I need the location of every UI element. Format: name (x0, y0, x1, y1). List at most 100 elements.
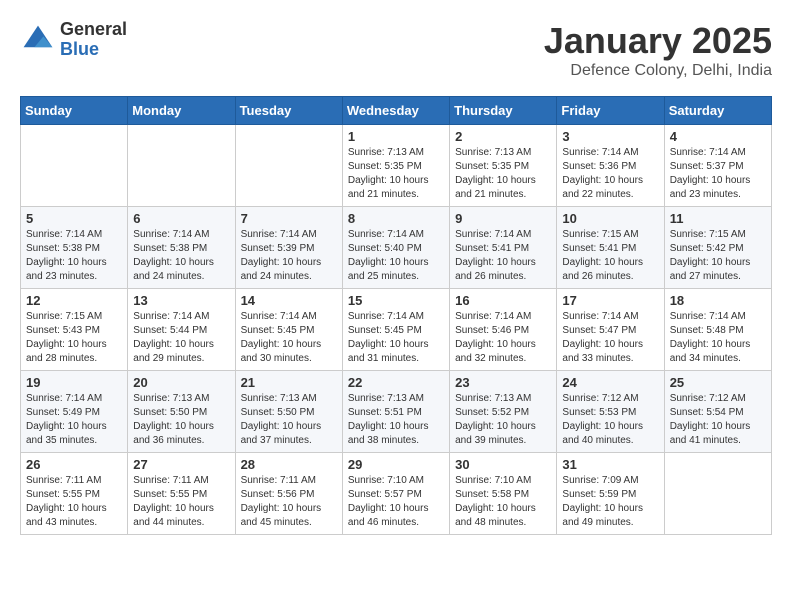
calendar-cell: 9 Sunrise: 7:14 AMSunset: 5:41 PMDaylight… (450, 207, 557, 289)
day-info: Sunrise: 7:14 AMSunset: 5:36 PMDaylight:… (562, 146, 658, 202)
calendar-cell: 4 Sunrise: 7:14 AMSunset: 5:37 PMDaylight… (664, 125, 771, 207)
day-number: 18 (670, 293, 766, 308)
day-info: Sunrise: 7:11 AMSunset: 5:56 PMDaylight:… (241, 474, 337, 530)
day-number: 4 (670, 129, 766, 144)
calendar-cell: 3 Sunrise: 7:14 AMSunset: 5:36 PMDaylight… (557, 125, 664, 207)
day-info: Sunrise: 7:14 AMSunset: 5:45 PMDaylight:… (348, 310, 444, 366)
day-number: 30 (455, 457, 551, 472)
day-number: 19 (26, 375, 122, 390)
calendar-cell: 16 Sunrise: 7:14 AMSunset: 5:46 PMDayligh… (450, 289, 557, 371)
day-info: Sunrise: 7:14 AMSunset: 5:47 PMDaylight:… (562, 310, 658, 366)
day-info: Sunrise: 7:13 AMSunset: 5:35 PMDaylight:… (348, 146, 444, 202)
day-info: Sunrise: 7:14 AMSunset: 5:49 PMDaylight:… (26, 392, 122, 448)
day-number: 20 (133, 375, 229, 390)
day-info: Sunrise: 7:14 AMSunset: 5:46 PMDaylight:… (455, 310, 551, 366)
calendar-cell: 18 Sunrise: 7:14 AMSunset: 5:48 PMDayligh… (664, 289, 771, 371)
calendar-cell: 5 Sunrise: 7:14 AMSunset: 5:38 PMDaylight… (21, 207, 128, 289)
day-number: 13 (133, 293, 229, 308)
day-header-thursday: Thursday (450, 97, 557, 125)
calendar-week-1: 1 Sunrise: 7:13 AMSunset: 5:35 PMDaylight… (21, 125, 772, 207)
calendar-cell (235, 125, 342, 207)
day-info: Sunrise: 7:13 AMSunset: 5:51 PMDaylight:… (348, 392, 444, 448)
page-header: General Blue January 2025 Defence Colony… (20, 20, 772, 80)
day-number: 7 (241, 211, 337, 226)
calendar-week-3: 12Sunrise: 7:15 AMSunset: 5:43 PMDayligh… (21, 289, 772, 371)
day-info: Sunrise: 7:14 AMSunset: 5:41 PMDaylight:… (455, 228, 551, 284)
calendar-cell: 21 Sunrise: 7:13 AMSunset: 5:50 PMDayligh… (235, 371, 342, 453)
day-number: 26 (26, 457, 122, 472)
calendar-week-5: 26 Sunrise: 7:11 AMSunset: 5:55 PMDayligh… (21, 453, 772, 535)
calendar-cell: 27 Sunrise: 7:11 AMSunset: 5:55 PMDayligh… (128, 453, 235, 535)
day-info: Sunrise: 7:12 AMSunset: 5:53 PMDaylight:… (562, 392, 658, 448)
location: Defence Colony, Delhi, India (544, 62, 772, 80)
day-number: 27 (133, 457, 229, 472)
day-info: Sunrise: 7:12 AMSunset: 5:54 PMDaylight:… (670, 392, 766, 448)
calendar-week-2: 5 Sunrise: 7:14 AMSunset: 5:38 PMDaylight… (21, 207, 772, 289)
day-info: Sunrise: 7:10 AMSunset: 5:57 PMDaylight:… (348, 474, 444, 530)
day-info: Sunrise: 7:13 AMSunset: 5:35 PMDaylight:… (455, 146, 551, 202)
calendar-cell: 11Sunrise: 7:15 AMSunset: 5:42 PMDayligh… (664, 207, 771, 289)
calendar-cell: 26Sunrise: 7:11 AMSunset: 5:55 PMDayligh… (21, 453, 128, 535)
day-header-monday: Monday (128, 97, 235, 125)
calendar-cell (21, 125, 128, 207)
day-number: 1 (348, 129, 444, 144)
calendar-cell: 12Sunrise: 7:15 AMSunset: 5:43 PMDayligh… (21, 289, 128, 371)
calendar-cell: 31 Sunrise: 7:09 AMSunset: 5:59 PMDayligh… (557, 453, 664, 535)
calendar-header-row: SundayMondayTuesdayWednesdayThursdayFrid… (21, 97, 772, 125)
month-title: January 2025 (544, 20, 772, 62)
day-info: Sunrise: 7:14 AMSunset: 5:45 PMDaylight:… (241, 310, 337, 366)
day-info: Sunrise: 7:09 AMSunset: 5:59 PMDaylight:… (562, 474, 658, 530)
day-info: Sunrise: 7:14 AMSunset: 5:38 PMDaylight:… (26, 228, 122, 284)
day-number: 5 (26, 211, 122, 226)
day-info: Sunrise: 7:14 AMSunset: 5:44 PMDaylight:… (133, 310, 229, 366)
day-number: 14 (241, 293, 337, 308)
day-number: 29 (348, 457, 444, 472)
logo-text: General Blue (60, 20, 127, 60)
day-number: 6 (133, 211, 229, 226)
day-info: Sunrise: 7:13 AMSunset: 5:50 PMDaylight:… (133, 392, 229, 448)
day-header-wednesday: Wednesday (342, 97, 449, 125)
day-number: 10 (562, 211, 658, 226)
day-info: Sunrise: 7:15 AMSunset: 5:43 PMDaylight:… (26, 310, 122, 366)
day-info: Sunrise: 7:14 AMSunset: 5:48 PMDaylight:… (670, 310, 766, 366)
day-number: 15 (348, 293, 444, 308)
logo-general: General (60, 20, 127, 40)
day-info: Sunrise: 7:14 AMSunset: 5:38 PMDaylight:… (133, 228, 229, 284)
day-info: Sunrise: 7:13 AMSunset: 5:50 PMDaylight:… (241, 392, 337, 448)
calendar-cell: 29 Sunrise: 7:10 AMSunset: 5:57 PMDayligh… (342, 453, 449, 535)
day-number: 11 (670, 211, 766, 226)
calendar-cell: 6 Sunrise: 7:14 AMSunset: 5:38 PMDaylight… (128, 207, 235, 289)
calendar-cell: 28 Sunrise: 7:11 AMSunset: 5:56 PMDayligh… (235, 453, 342, 535)
day-number: 24 (562, 375, 658, 390)
calendar-cell: 24 Sunrise: 7:12 AMSunset: 5:53 PMDayligh… (557, 371, 664, 453)
day-header-saturday: Saturday (664, 97, 771, 125)
logo: General Blue (20, 20, 127, 60)
calendar-cell: 13 Sunrise: 7:14 AMSunset: 5:44 PMDayligh… (128, 289, 235, 371)
day-number: 28 (241, 457, 337, 472)
day-number: 22 (348, 375, 444, 390)
calendar-cell (128, 125, 235, 207)
calendar-cell: 17Sunrise: 7:14 AMSunset: 5:47 PMDayligh… (557, 289, 664, 371)
day-number: 2 (455, 129, 551, 144)
day-number: 21 (241, 375, 337, 390)
day-number: 16 (455, 293, 551, 308)
logo-icon (20, 22, 56, 58)
day-number: 31 (562, 457, 658, 472)
calendar-cell: 23Sunrise: 7:13 AMSunset: 5:52 PMDayligh… (450, 371, 557, 453)
day-header-tuesday: Tuesday (235, 97, 342, 125)
day-info: Sunrise: 7:14 AMSunset: 5:39 PMDaylight:… (241, 228, 337, 284)
day-number: 3 (562, 129, 658, 144)
title-block: January 2025 Defence Colony, Delhi, Indi… (544, 20, 772, 80)
calendar-cell: 20 Sunrise: 7:13 AMSunset: 5:50 PMDayligh… (128, 371, 235, 453)
day-info: Sunrise: 7:11 AMSunset: 5:55 PMDaylight:… (133, 474, 229, 530)
day-info: Sunrise: 7:14 AMSunset: 5:37 PMDaylight:… (670, 146, 766, 202)
day-number: 25 (670, 375, 766, 390)
logo-blue: Blue (60, 40, 127, 60)
day-number: 9 (455, 211, 551, 226)
calendar-cell: 14 Sunrise: 7:14 AMSunset: 5:45 PMDayligh… (235, 289, 342, 371)
calendar-cell: 7 Sunrise: 7:14 AMSunset: 5:39 PMDaylight… (235, 207, 342, 289)
calendar-cell: 10 Sunrise: 7:15 AMSunset: 5:41 PMDayligh… (557, 207, 664, 289)
day-info: Sunrise: 7:15 AMSunset: 5:41 PMDaylight:… (562, 228, 658, 284)
day-header-sunday: Sunday (21, 97, 128, 125)
day-number: 8 (348, 211, 444, 226)
